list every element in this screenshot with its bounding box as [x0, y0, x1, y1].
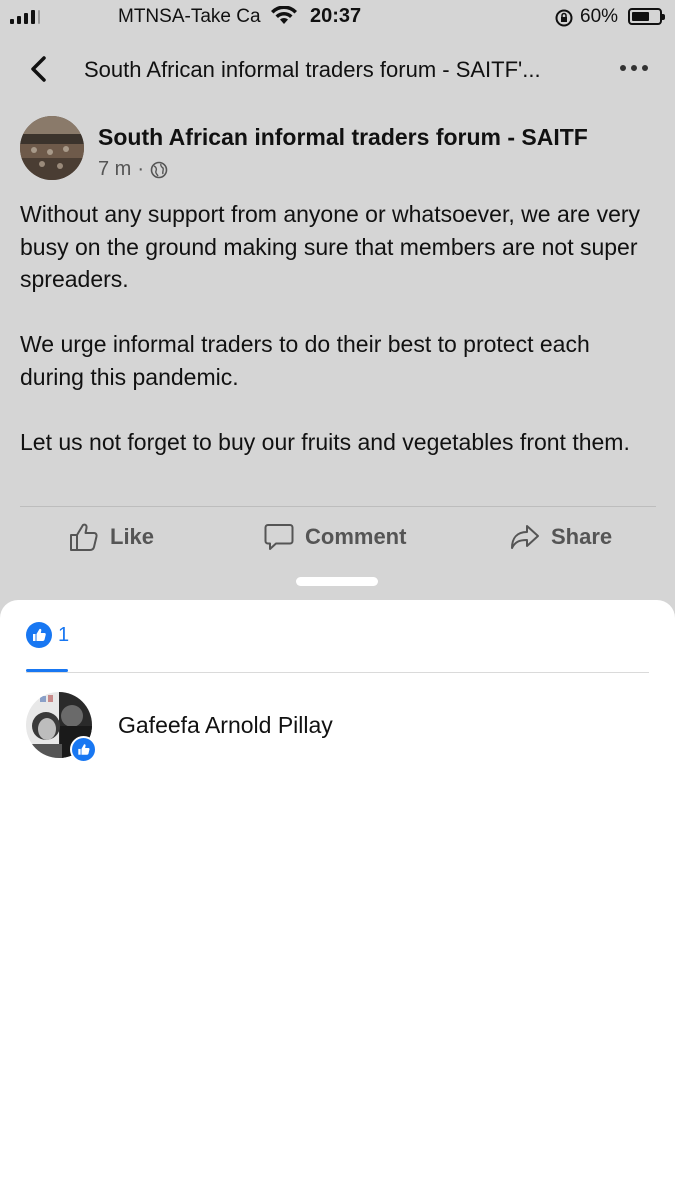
wifi-icon: [271, 6, 297, 24]
reactions-sheet: 1 Gafeefa Arnold Pillay: [0, 600, 675, 1200]
back-chevron-icon[interactable]: [22, 52, 56, 86]
post-paragraph: We urge informal traders to do their bes…: [20, 331, 590, 390]
battery-percent: 60%: [580, 6, 619, 27]
comment-button[interactable]: Comment: [263, 521, 406, 553]
carrier-name: MTNSA-Take Ca: [118, 6, 261, 27]
divider: [26, 672, 649, 673]
share-label: Share: [551, 524, 613, 549]
like-badge-icon: [70, 736, 97, 763]
share-icon: [511, 525, 539, 549]
tab-all-reactions[interactable]: 1: [26, 622, 69, 648]
like-reaction-icon: [26, 622, 52, 648]
meta-separator: ·: [137, 158, 145, 180]
post-body: Without any support from anyone or whats…: [20, 198, 660, 458]
post-time: 7 m: [98, 158, 132, 180]
status-bar: MTNSA-Take Ca 20:37 60%: [0, 0, 675, 34]
page-title: South African informal traders forum - S…: [84, 57, 541, 82]
battery-icon: [628, 8, 665, 25]
reactor-name[interactable]: Gafeefa Arnold Pillay: [118, 712, 333, 739]
post-paragraph: Let us not forget to buy our fruits and …: [20, 428, 630, 455]
share-button[interactable]: Share: [509, 521, 612, 553]
clock: 20:37: [310, 5, 362, 27]
group-avatar[interactable]: [20, 116, 84, 180]
comment-icon: [264, 524, 294, 550]
list-item[interactable]: Gafeefa Arnold Pillay: [26, 692, 649, 763]
globe-icon: [150, 161, 168, 178]
sheet-drag-handle[interactable]: [296, 577, 378, 586]
post-author[interactable]: South African informal traders forum - S…: [98, 124, 588, 151]
divider: [20, 506, 656, 507]
like-label: Like: [110, 524, 155, 549]
cell-signal-icon: [10, 9, 40, 24]
more-options-icon[interactable]: [620, 56, 654, 80]
post-paragraph: Without any support from anyone or whats…: [20, 201, 641, 292]
post-actions: Like Comment Share: [0, 515, 675, 565]
rotation-lock-icon: [555, 9, 573, 27]
comment-label: Comment: [305, 524, 407, 549]
reaction-count: 1: [58, 623, 70, 646]
like-button[interactable]: Like: [68, 521, 154, 553]
nav-bar: South African informal traders forum - S…: [0, 40, 675, 100]
thumbs-up-icon: [70, 523, 98, 551]
post-meta: 7 m ·: [98, 158, 168, 181]
